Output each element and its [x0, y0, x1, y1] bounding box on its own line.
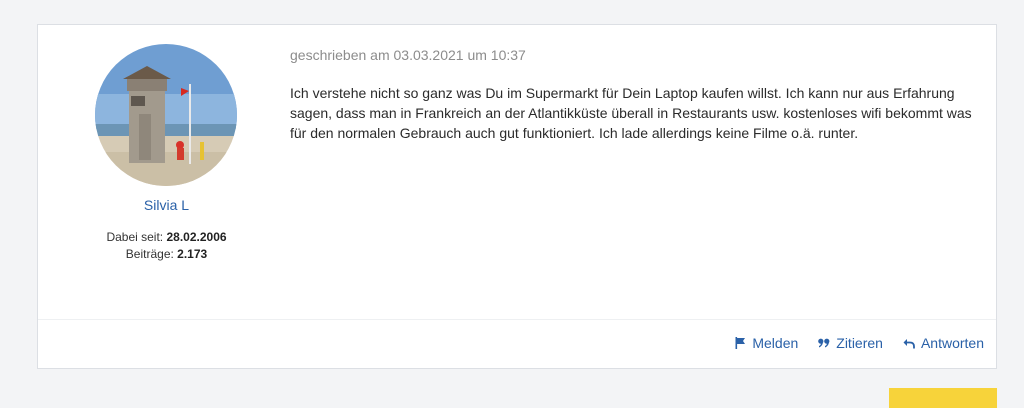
yellow-action-button[interactable]: [889, 388, 997, 408]
author-avatar[interactable]: [95, 44, 237, 186]
author-name-link[interactable]: Silvia L: [38, 197, 295, 213]
author-joined: Dabei seit: 28.02.2006: [38, 230, 295, 244]
post-body: Ich verstehe nicht so ganz was Du im Sup…: [290, 85, 972, 141]
flag-icon: [734, 337, 746, 349]
reply-button[interactable]: Antworten: [903, 335, 984, 351]
post-date: geschrieben am 03.03.2021 um 10:37: [290, 47, 526, 63]
reply-arrow-icon: [903, 337, 915, 349]
joined-value: 28.02.2006: [166, 230, 227, 244]
post-actions: Melden Zitieren Antworten: [734, 335, 984, 351]
report-label: Melden: [752, 335, 799, 351]
quote-label: Zitieren: [836, 335, 883, 351]
posts-value: 2.173: [177, 247, 208, 261]
quote-icon: [818, 337, 830, 349]
forum-post: Silvia L Dabei seit: 28.02.2006 Beiträge…: [37, 24, 997, 369]
post-footer: Melden Zitieren Antworten: [38, 319, 996, 370]
joined-label: Dabei seit:: [106, 230, 164, 244]
posts-label: Beiträge:: [125, 247, 174, 261]
report-button[interactable]: Melden: [734, 335, 798, 351]
author-panel: Silvia L Dabei seit: 28.02.2006 Beiträge…: [38, 25, 295, 319]
author-post-count: Beiträge: 2.173: [38, 247, 295, 261]
quote-button[interactable]: Zitieren: [818, 335, 883, 351]
reply-label: Antworten: [920, 335, 984, 351]
post-content: geschrieben am 03.03.2021 um 10:37 Ich v…: [290, 47, 980, 143]
avatar-image: [95, 44, 237, 186]
